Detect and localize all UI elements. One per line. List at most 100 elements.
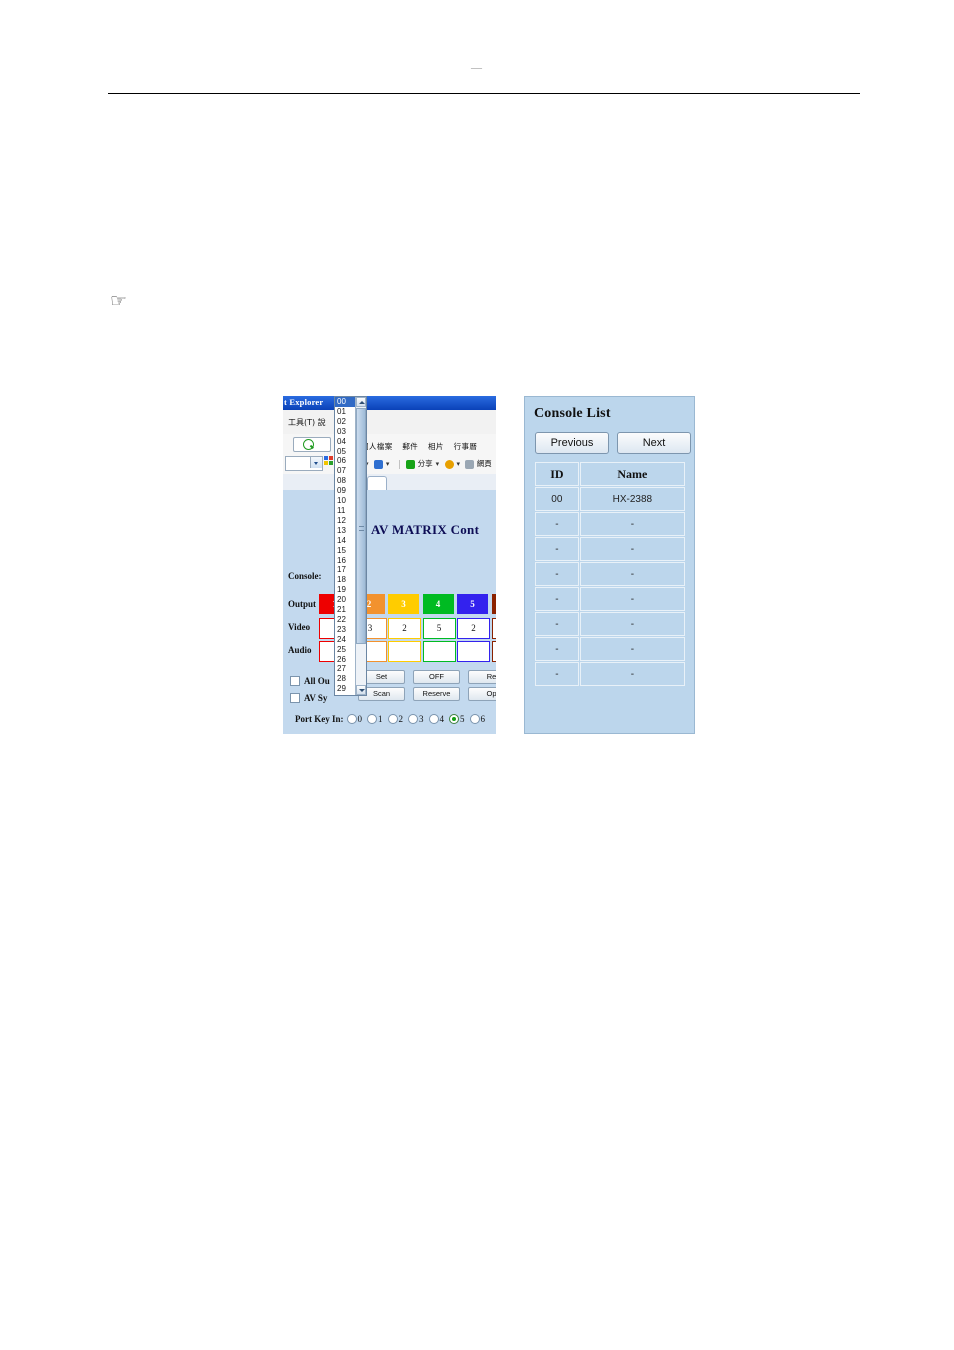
ie-link-mail[interactable]: 郵件 — [402, 442, 418, 451]
ie-share-toolbar[interactable]: ▾ ▾ 分享▾ ▾ 網頁 — [353, 458, 492, 469]
dropdown-option[interactable]: 17 — [335, 565, 355, 575]
dropdown-option[interactable]: 06 — [335, 456, 355, 466]
audio-input-field[interactable] — [491, 641, 496, 662]
dropdown-option[interactable]: 18 — [335, 575, 355, 585]
ie-link-calendar[interactable]: 行事曆 — [454, 442, 478, 451]
output-chip[interactable]: 4 — [422, 594, 454, 614]
console-id-dropdown-list[interactable]: 00 01 02 03 04 05 06 07 08 09 10 11 12 13 14 15 16 17 18 19… — [334, 396, 367, 696]
scroll-up-icon[interactable] — [356, 397, 366, 407]
dropdown-scrollbar[interactable] — [355, 397, 366, 695]
port-key-radio[interactable] — [449, 713, 459, 724]
dropdown-option[interactable]: 11 — [335, 506, 355, 516]
video-input-field[interactable]: 5 — [422, 618, 456, 639]
dropdown-option[interactable]: 08 — [335, 476, 355, 486]
port-key-radio-label: 3 — [419, 713, 424, 724]
output-chip[interactable]: 3 — [388, 594, 419, 614]
off-button[interactable]: OFF — [413, 670, 460, 684]
ie-web-label[interactable]: 網頁 — [477, 459, 492, 468]
port-key-radio[interactable] — [428, 713, 439, 724]
dropdown-option[interactable]: 28 — [335, 674, 355, 684]
dropdown-option[interactable]: 12 — [335, 516, 355, 526]
ie-quick-links[interactable]: 個人檔案 郵件 相片 行事曆 — [361, 441, 484, 452]
table-header-row: ID Name — [535, 462, 685, 486]
dropdown-option[interactable]: 05 — [335, 447, 355, 457]
cell-name: HX-2388 — [579, 487, 685, 511]
ie-link-photos[interactable]: 相片 — [428, 442, 444, 451]
scrollbar-thumb[interactable] — [356, 408, 366, 644]
ie-menu-bar[interactable]: 工具(T) 說 — [283, 410, 496, 435]
table-row[interactable]: -- — [535, 612, 685, 636]
reserve-button[interactable]: Reserve — [413, 687, 460, 701]
column-header-id: ID — [535, 462, 579, 486]
console-row-label: Console: — [288, 571, 322, 581]
table-row[interactable]: -- — [535, 637, 685, 661]
table-row[interactable]: -- — [535, 537, 685, 561]
dropdown-option[interactable]: 01 — [335, 407, 355, 417]
audio-input-field[interactable] — [457, 641, 490, 662]
table-row[interactable]: -- — [535, 562, 685, 586]
video-input-field[interactable]: 2 — [457, 618, 490, 639]
table-row[interactable]: -- — [535, 587, 685, 611]
pointing-hand-icon: ☞ — [110, 290, 128, 312]
table-row[interactable]: -- — [535, 662, 685, 686]
port-key-radio[interactable] — [367, 713, 377, 724]
chevron-down-icon[interactable] — [310, 457, 322, 468]
ie-share-label[interactable]: 分享 — [418, 459, 433, 468]
audio-input-field[interactable] — [388, 641, 421, 662]
dropdown-option[interactable]: 25 — [335, 645, 355, 655]
dropdown-option[interactable]: 15 — [335, 546, 355, 556]
smiley-icon[interactable] — [444, 459, 454, 469]
audio-row-label: Audio — [288, 645, 312, 655]
av-matrix-page: AV MATRIX Cont Console: Output Video Aud… — [283, 490, 496, 734]
checkbox-label: AV Sy — [304, 692, 328, 703]
dropdown-option[interactable]: 04 — [335, 437, 355, 447]
comment-icon[interactable] — [465, 459, 475, 469]
cell-name: - — [579, 612, 685, 636]
next-button[interactable]: Next — [617, 432, 691, 454]
reset-button[interactable]: Re — [468, 670, 496, 684]
previous-button[interactable]: Previous — [535, 432, 609, 454]
dropdown-option[interactable]: 22 — [335, 615, 355, 625]
table-row[interactable]: -- — [535, 512, 685, 536]
checkbox-all-output[interactable]: All Ou — [290, 672, 330, 690]
port-key-radio[interactable] — [346, 713, 357, 724]
port-key-radio[interactable] — [387, 713, 398, 724]
output-chip[interactable]: 6 — [491, 594, 496, 614]
output-chip[interactable]: 5 — [457, 594, 488, 614]
dropdown-option[interactable]: 23 — [335, 625, 355, 635]
cell-name: - — [579, 562, 685, 586]
dropdown-option[interactable]: 09 — [335, 486, 355, 496]
dropdown-option[interactable]: 21 — [335, 605, 355, 615]
checkbox-av-sync[interactable]: AV Sy — [290, 689, 327, 707]
page-number: — — [471, 62, 483, 74]
scroll-down-icon[interactable] — [356, 685, 366, 695]
dropdown-option[interactable]: 16 — [335, 556, 355, 566]
dropdown-option[interactable]: 10 — [335, 496, 355, 506]
dropdown-option[interactable]: 20 — [335, 595, 355, 605]
dropdown-option[interactable]: 07 — [335, 466, 355, 476]
dropdown-option[interactable]: 27 — [335, 664, 355, 674]
plus-icon[interactable] — [373, 459, 383, 469]
dropdown-option[interactable]: 29 — [335, 684, 355, 694]
dropdown-option[interactable]: 13 — [335, 526, 355, 536]
video-input-field[interactable]: 2 — [388, 618, 421, 639]
share-icon[interactable] — [406, 459, 416, 469]
port-key-radio[interactable] — [469, 713, 480, 724]
ie-menu-tools-label[interactable]: 工具(T) 說 — [288, 417, 326, 428]
dropdown-option[interactable]: 19 — [335, 585, 355, 595]
checkbox-box[interactable] — [290, 692, 300, 703]
checkbox-box[interactable] — [290, 675, 300, 686]
video-input-field[interactable] — [491, 618, 496, 639]
dropdown-option[interactable]: 00 — [335, 397, 355, 407]
dropdown-option[interactable]: 24 — [335, 635, 355, 645]
ie-toolbar-combo[interactable] — [285, 456, 323, 471]
port-key-radio[interactable] — [408, 713, 418, 724]
dropdown-option[interactable]: 03 — [335, 427, 355, 437]
audio-input-field[interactable] — [422, 641, 456, 662]
table-row[interactable]: 00 HX-2388 — [535, 487, 685, 511]
option-button[interactable]: Op — [468, 687, 496, 701]
dropdown-option[interactable]: 02 — [335, 417, 355, 427]
dropdown-options[interactable]: 00 01 02 03 04 05 06 07 08 09 10 11 12 13 14 15 16 17 18 19… — [335, 397, 355, 694]
dropdown-option[interactable]: 26 — [335, 655, 355, 665]
dropdown-option[interactable]: 14 — [335, 536, 355, 546]
